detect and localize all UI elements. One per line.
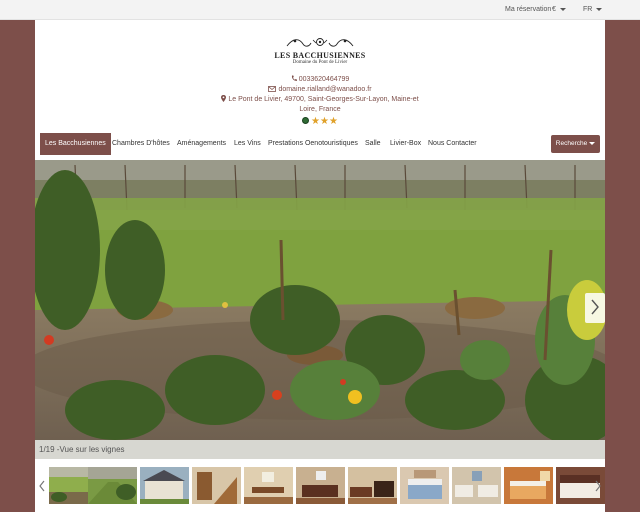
map-marker-icon (221, 95, 227, 102)
email-row[interactable]: domaine.rialland@wanadoo.fr (215, 85, 425, 95)
search-dropdown-button[interactable]: Recherche (551, 135, 600, 153)
nav-item-chambres[interactable]: Chambres D'hôtes (107, 133, 175, 155)
caption-bar: 1/19 -Vue sur les vignes (35, 440, 605, 459)
label-badge-icon (302, 117, 310, 124)
language-dropdown[interactable]: FR (583, 4, 603, 15)
nav-item-prestations[interactable]: Prestations Oenotouristiques (263, 133, 363, 155)
logo-title: LES BACCHUSIENNES (274, 51, 366, 60)
main-photo (35, 160, 605, 440)
currency-label: € (552, 6, 556, 13)
email-text: domaine.rialland@wanadoo.fr (278, 86, 372, 93)
thumbnail[interactable] (192, 467, 241, 504)
star-icon: ★ (328, 116, 338, 127)
phone-text: 0033620464799 (298, 76, 350, 83)
chevron-right-icon (595, 480, 601, 492)
thumbnail[interactable] (348, 467, 397, 504)
nav-item-amenagements[interactable]: Aménagements (172, 133, 231, 155)
chevron-right-icon (591, 299, 599, 315)
nav-item-les-vins[interactable]: Les Vins (229, 133, 266, 155)
address-row: Le Pont de Livier, 49700, Saint-Georges-… (215, 95, 425, 105)
thumbnail[interactable] (452, 467, 501, 504)
thumbnail-strip (35, 461, 605, 512)
search-label: Recherche (555, 140, 588, 147)
address-line1: Le Pont de Livier, 49700, Saint-Georges-… (228, 96, 419, 103)
thumbnail[interactable] (88, 467, 137, 504)
rating: ★★★ (215, 117, 425, 127)
language-label: FR (583, 6, 593, 13)
chevron-left-icon (39, 480, 45, 492)
nav-item-les-bacchusiennes[interactable]: Les Bacchusiennes (40, 133, 111, 155)
address-line2: Loire, France (299, 106, 341, 113)
phone-icon (291, 75, 297, 81)
thumb-prev-button[interactable] (35, 461, 49, 512)
thumbnail[interactable] (504, 467, 553, 504)
thumbnail[interactable] (140, 467, 189, 504)
caret-down-icon (596, 7, 603, 11)
logo-subtitle: Domaine du Pont de Livier (292, 60, 348, 65)
next-slide-button[interactable] (585, 293, 605, 323)
envelope-icon (268, 86, 277, 92)
vineyard-photo (35, 160, 605, 440)
thumbnail[interactable] (244, 467, 293, 504)
page-container: LES BACCHUSIENNES Domaine du Pont de Liv… (35, 20, 605, 512)
caret-down-icon (559, 7, 566, 11)
nav-item-livier-box[interactable]: Livier-Box (385, 133, 426, 155)
slide-caption: 1/19 -Vue sur les vignes (39, 445, 125, 454)
top-bar: Ma réservation € FR (0, 0, 640, 20)
nav-item-nous-contacter[interactable]: Nous Contacter (423, 133, 482, 155)
star-icon: ★ (320, 116, 329, 127)
contact-block: 0033620464799 domaine.rialland@wanadoo.f… (215, 75, 425, 127)
caret-down-icon (589, 141, 596, 145)
nav-item-salle[interactable]: Salle (360, 133, 386, 155)
reservation-link[interactable]: Ma réservation (505, 4, 551, 15)
currency-dropdown[interactable]: € (552, 4, 566, 15)
thumbnail[interactable] (296, 467, 345, 504)
thumbnail[interactable] (400, 467, 449, 504)
thumb-next-button[interactable] (591, 461, 605, 512)
star-icon: ★ (311, 116, 321, 127)
ornament-icon (286, 38, 354, 47)
phone-row[interactable]: 0033620464799 (215, 75, 425, 85)
